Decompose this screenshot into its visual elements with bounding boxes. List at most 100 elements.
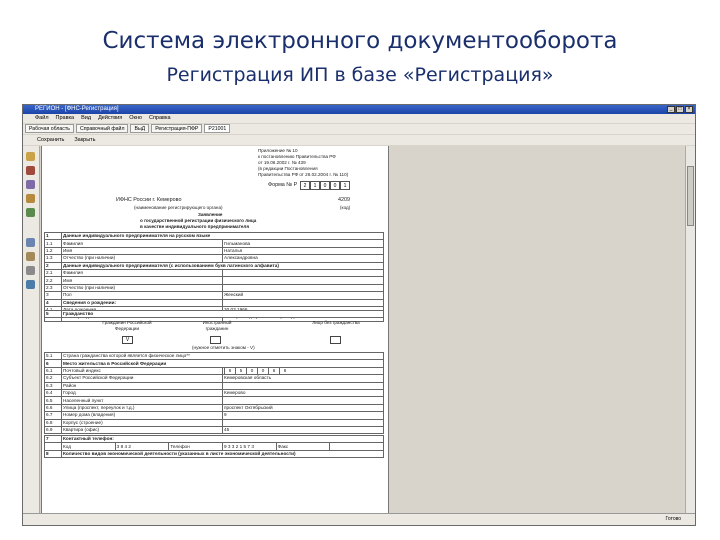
menu-view[interactable]: Вид — [81, 114, 91, 123]
table-row: 6.8 Корпус (строение) — [44, 418, 384, 427]
menu-edit[interactable]: Правка — [56, 114, 75, 123]
fax-field[interactable] — [329, 442, 384, 451]
house-field[interactable]: 9 — [222, 411, 384, 420]
vertical-scrollbar[interactable] — [685, 146, 695, 513]
form-number-digit: 1 — [340, 181, 350, 190]
table-row: 6.6 Улица (проспект, переулок и т.д.) пр… — [44, 403, 384, 413]
tab-reference[interactable]: Справочный файл — [75, 124, 129, 133]
settings-icon[interactable] — [26, 238, 35, 247]
name-field[interactable]: Наталья — [222, 246, 384, 256]
table-row: 6 Место жительства в Российской Федераци… — [44, 359, 384, 368]
city-field[interactable]: Кемерово — [222, 388, 384, 398]
document-icon[interactable] — [26, 166, 35, 175]
menu-file[interactable]: Файл — [35, 114, 49, 123]
district-field[interactable] — [222, 381, 384, 390]
table-row: 4 Сведения о рождении: — [44, 298, 384, 307]
section-title: Гражданство — [61, 309, 384, 319]
gender-field[interactable]: Женский — [222, 291, 384, 300]
form-number-label: Форма № Р — [268, 182, 298, 188]
postal-digit: 0 — [257, 368, 268, 374]
menu-help[interactable]: Справка — [149, 114, 171, 123]
mail-icon[interactable] — [26, 280, 35, 289]
form-number-digit: 2 — [300, 181, 310, 190]
table-row: 1.1 Фамилия Гильманова — [44, 239, 384, 248]
code-caption: (код) — [340, 205, 351, 210]
appendix-line-2: к постановлению Правительства РФ — [258, 154, 336, 159]
toolbar: Сохранить Закрыть — [23, 135, 695, 145]
surname-field[interactable]: Гильманова — [222, 239, 384, 248]
archive-icon[interactable] — [26, 194, 35, 203]
citizenship-section: 5 Гражданство — [44, 309, 384, 319]
postal-digit: 6 — [224, 368, 235, 374]
statement-subtitle-1: о государственной регистрации физическог… — [140, 218, 257, 223]
tab-p21001[interactable]: Р21001 — [204, 124, 231, 133]
table-row: 6.2 Субъект Российской Федерации Кемеров… — [44, 374, 384, 383]
table-row: 2.3 Отчество (при наличии) — [44, 283, 384, 293]
section-title: Данные индивидуального предпринимателя (… — [61, 261, 384, 270]
table-row: 1.2 Имя Наталья — [44, 246, 384, 256]
folder-icon[interactable] — [26, 152, 35, 161]
latin-patronymic-field[interactable] — [222, 283, 384, 293]
save-button[interactable]: Сохранить — [37, 135, 64, 145]
tab-workspace[interactable]: Рабочая область — [25, 124, 74, 133]
citizenship-foreign-checkbox[interactable] — [210, 336, 221, 344]
menu-actions[interactable]: Действия — [98, 114, 122, 123]
citizenship-note: (нужное отметить знаком - V) — [192, 345, 255, 350]
table-row: 8 Количество видов экономической деятель… — [44, 449, 384, 459]
residence-table: 5.1 Страна гражданства которой является … — [44, 351, 384, 435]
chart-icon[interactable] — [26, 208, 35, 217]
patronymic-field[interactable]: Александровна — [222, 254, 384, 263]
table-row: 6.4 Город Кемерово — [44, 388, 384, 398]
citizenship-rf-checkbox[interactable]: V — [122, 336, 133, 344]
phone-code-field[interactable]: 3 8 4 2 — [114, 442, 170, 451]
statement-title: Заявление — [198, 212, 223, 217]
close-button[interactable]: × — [685, 106, 693, 113]
form-number-boxes: 2 1 0 0 1 — [300, 181, 350, 190]
statement-subtitle-2: в качестве индивидуального предпринимате… — [140, 224, 250, 229]
table-row: Код 3 8 4 2 Телефон 9 3 3 2 1 5 7 3 Факс — [44, 442, 384, 451]
menu-bar: Файл Правка Вид Действия Окно Справка — [23, 114, 695, 123]
table-row: 5 Гражданство — [44, 309, 384, 319]
minimize-button[interactable]: _ — [667, 106, 675, 113]
table-row: 1 Данные индивидуального предпринимателя… — [44, 231, 384, 241]
postal-code-field[interactable]: 6 5 0 0 6 6 — [222, 366, 384, 376]
authority-code[interactable]: 4209 — [338, 197, 350, 204]
table-row: 2 Данные индивидуального предпринимателя… — [44, 261, 384, 270]
appendix-line-3: от 19.06.2002 г. № 439 — [258, 160, 306, 165]
form-number-digit: 0 — [320, 181, 330, 190]
registry-icon[interactable] — [26, 252, 35, 261]
citizenship-option-stateless: Лицо без гражданства — [312, 320, 360, 325]
postal-digit: 6 — [268, 368, 279, 374]
form-document: Приложение № 10 к постановлению Правител… — [41, 146, 389, 513]
table-row: 6.9 Квартира (офис) 45 — [44, 425, 384, 435]
activity-count-label: Количество видов экономической деятельно… — [61, 449, 384, 459]
close-doc-button[interactable]: Закрыть — [74, 135, 95, 145]
postal-digit: 5 — [235, 368, 246, 374]
tab-registration-pfr[interactable]: Регистрация-ПФР — [151, 124, 203, 133]
latin-surname-field[interactable] — [222, 268, 384, 278]
locality-field[interactable] — [222, 396, 384, 405]
tab-strip: Рабочая область Справочный файл ВыД Реги… — [23, 124, 695, 134]
section-title: Место жительства в Российской Федерации — [61, 359, 384, 368]
maximize-button[interactable]: □ — [676, 106, 684, 113]
menu-window[interactable]: Окно — [129, 114, 142, 123]
report-icon[interactable] — [26, 266, 35, 275]
latin-name-field[interactable] — [222, 276, 384, 285]
region-field[interactable]: Кемеровская область — [222, 374, 384, 383]
building-field[interactable] — [222, 418, 384, 427]
authority-name[interactable]: ИФНС России г. Кемерово — [116, 197, 181, 204]
phone-number-field[interactable]: 9 3 3 2 1 5 7 3 — [221, 442, 277, 451]
app-window: РЕГИОН - [ФНС-Регистрация] _ □ × Файл Пр… — [22, 104, 696, 526]
left-icon-bar — [23, 146, 40, 513]
tab-vyd[interactable]: ВыД — [130, 124, 150, 133]
apartment-field[interactable]: 45 — [222, 425, 384, 435]
contact-table: 7 Контактный телефон: Код 3 8 4 2 Телефо… — [44, 434, 384, 459]
users-icon[interactable] — [26, 180, 35, 189]
street-field[interactable]: проспект Октябрьский — [222, 403, 384, 413]
postal-digit: 0 — [246, 368, 257, 374]
form-number-digit: 1 — [310, 181, 320, 190]
scrollbar-thumb[interactable] — [687, 166, 694, 226]
citizenship-stateless-checkbox[interactable] — [330, 336, 341, 344]
section-title: Данные индивидуального предпринимателя н… — [61, 231, 384, 241]
table-row: 7 Контактный телефон: — [44, 434, 384, 444]
